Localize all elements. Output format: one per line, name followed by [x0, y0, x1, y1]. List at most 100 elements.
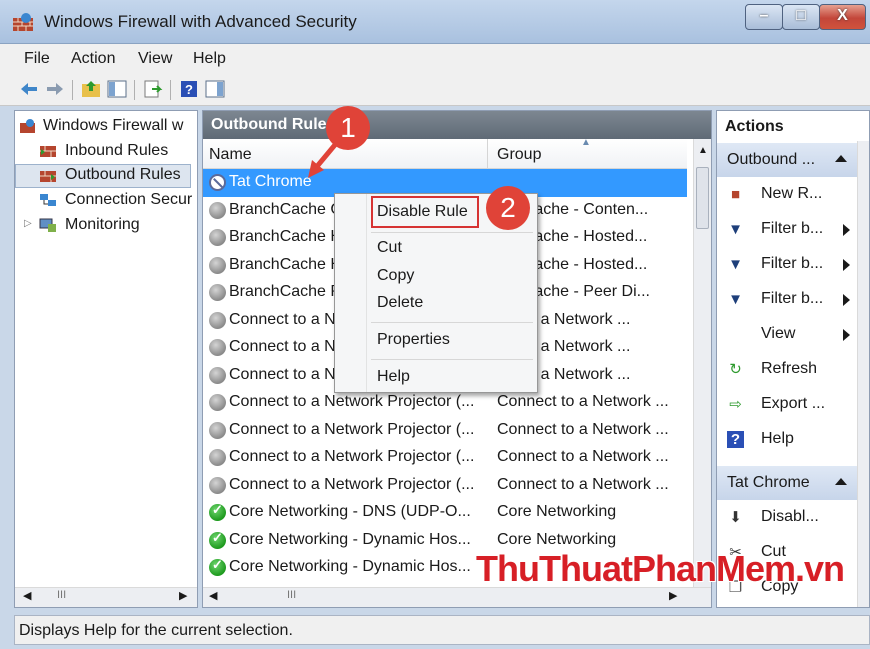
step-2-badge: 2	[486, 186, 530, 230]
action-item[interactable]: ⇨ Export ...	[717, 387, 857, 422]
tree-item-monitoring[interactable]: ▷ Monitoring	[15, 214, 197, 238]
menu-action[interactable]: Action	[71, 50, 115, 68]
menu-item-properties[interactable]: Properties	[377, 331, 450, 349]
action-item[interactable]: ⬇ Disabl...	[717, 500, 857, 535]
rule-group: Connect to a Network ...	[497, 393, 669, 410]
submenu-arrow-icon	[843, 329, 850, 341]
menu-separator	[371, 359, 533, 360]
actions-header: Actions	[717, 111, 869, 141]
actions-vertical-scrollbar[interactable]	[857, 141, 869, 607]
window-title: Windows Firewall with Advanced Security	[44, 12, 357, 31]
toolbar-separator	[134, 80, 135, 100]
section-label: Outbound ...	[727, 151, 816, 168]
action-item[interactable]: ↻ Refresh	[717, 352, 857, 387]
scroll-thumb-grip-icon[interactable]: III	[287, 589, 296, 601]
close-button[interactable]: X	[819, 4, 866, 30]
rule-name: BranchCache H	[229, 228, 342, 245]
minimize-button[interactable]: –	[745, 4, 783, 30]
rule-enabled-icon	[209, 502, 226, 521]
filter-icon: ▼	[728, 221, 743, 238]
rule-name: Core Networking - Dynamic Hos...	[229, 558, 471, 575]
scroll-thumb-grip-icon[interactable]: III	[57, 589, 66, 601]
rule-group: Connect to a Network ...	[497, 420, 669, 438]
actions-section-selected-rule[interactable]: Tat Chrome	[717, 466, 857, 500]
tree-item-root[interactable]: Windows Firewall w	[15, 115, 197, 139]
tree-item-outbound-rules[interactable]: Outbound Rules	[15, 164, 191, 188]
maximize-button[interactable]: □	[782, 4, 820, 30]
menu-view[interactable]: View	[138, 50, 172, 68]
tree-item-connection-security[interactable]: Connection Secur	[15, 189, 197, 213]
table-row[interactable]: Core Networking - DNS (UDP-O... Core Netw…	[203, 499, 687, 527]
action-item[interactable]: ▼ Filter b...	[717, 247, 857, 282]
tree-horizontal-scrollbar[interactable]: ◀ III ▶	[15, 587, 197, 607]
firewall-icon	[20, 119, 35, 133]
rule-group: Core Networking	[497, 503, 617, 520]
menu-item-help[interactable]: Help	[377, 368, 410, 386]
rule-disabled-icon	[209, 339, 226, 356]
scroll-left-icon[interactable]: ◀	[23, 589, 31, 602]
submenu-arrow-icon	[843, 224, 850, 236]
submenu-arrow-icon	[843, 294, 850, 306]
menu-file[interactable]: File	[24, 50, 50, 68]
action-item[interactable]: View	[717, 317, 857, 352]
outbound-actions-list: ■ New R... ▼ Filter b... ▼ Filter b... ▼ Filter…	[717, 177, 857, 457]
column-divider[interactable]	[487, 139, 488, 169]
maximize-icon: □	[796, 7, 806, 24]
action-label: Filter b...	[761, 255, 824, 272]
connection-security-icon	[40, 194, 56, 206]
up-folder-icon[interactable]	[80, 78, 102, 100]
expand-arrow-icon[interactable]: ▷	[24, 218, 32, 229]
firewall-app-icon	[13, 13, 33, 31]
menu-item-disable-rule[interactable]: Disable Rule	[377, 203, 468, 221]
status-text: Displays Help for the current selection.	[19, 622, 293, 639]
scroll-thumb[interactable]	[696, 167, 709, 229]
rule-group: Core Networking	[497, 530, 617, 548]
help-icon[interactable]: ?	[178, 78, 200, 100]
rule-disabled-icon	[209, 476, 226, 494]
scroll-right-icon[interactable]: ▶	[179, 589, 187, 602]
rule-disabled-icon	[209, 449, 226, 466]
back-icon[interactable]	[18, 78, 40, 100]
tree-item-inbound-rules[interactable]: Inbound Rules	[15, 140, 197, 164]
center-vertical-scrollbar[interactable]: ▲	[693, 139, 711, 587]
rule-group: Connect to a Network ...	[497, 448, 669, 465]
table-row[interactable]: Connect to a Network Projector (... Conne…	[203, 472, 687, 500]
action-item[interactable]: ? Help	[717, 422, 857, 457]
actions-pane: Actions Outbound ... ■ New R... ▼ Filter b.…	[716, 110, 870, 608]
table-row[interactable]: Connect to a Network Projector (... Conne…	[203, 389, 687, 417]
scroll-up-icon[interactable]: ▲	[698, 145, 708, 156]
title-bar[interactable]: Windows Firewall with Advanced Security …	[0, 0, 870, 44]
action-item[interactable]: ▼ Filter b...	[717, 212, 857, 247]
status-bar: Displays Help for the current selection.	[14, 615, 870, 645]
table-row[interactable]: Connect to a Network Projector (... Conne…	[203, 444, 687, 472]
menu-item-cut[interactable]: Cut	[377, 239, 402, 257]
scroll-right-icon[interactable]: ▶	[669, 589, 677, 602]
show-hide-tree-icon[interactable]	[106, 78, 128, 100]
actions-title: Actions	[725, 118, 784, 135]
menu-help[interactable]: Help	[193, 50, 226, 68]
rule-name: Core Networking - Dynamic Hos...	[229, 530, 471, 548]
action-label: Filter b...	[761, 290, 824, 307]
rule-disabled-icon	[209, 366, 226, 384]
center-horizontal-scrollbar[interactable]: ◀ III ▶	[203, 587, 711, 607]
table-row[interactable]: Connect to a Network Projector (... Conne…	[203, 417, 687, 445]
scroll-left-icon[interactable]: ◀	[209, 589, 217, 602]
forward-icon[interactable]	[44, 78, 66, 100]
action-item[interactable]: ▼ Filter b...	[717, 282, 857, 317]
rule-enabled-icon	[209, 557, 226, 576]
menu-item-delete[interactable]: Delete	[377, 294, 423, 312]
action-item[interactable]: ■ New R...	[717, 177, 857, 212]
actions-section-outbound[interactable]: Outbound ...	[717, 143, 857, 177]
menu-item-copy[interactable]: Copy	[377, 267, 414, 285]
rule-disabled-icon	[209, 229, 226, 246]
column-header-group[interactable]: Group	[497, 146, 541, 164]
export-list-icon[interactable]	[142, 78, 164, 100]
rule-disabled-icon	[209, 394, 226, 411]
column-header-name[interactable]: Name	[209, 146, 252, 164]
section-label: Tat Chrome	[727, 474, 810, 491]
collapse-icon[interactable]	[835, 155, 847, 162]
collapse-icon[interactable]	[835, 478, 847, 485]
menu-gutter-divider	[366, 194, 367, 392]
tree-item-label: Monitoring	[65, 216, 140, 233]
show-hide-action-pane-icon[interactable]	[204, 78, 226, 100]
